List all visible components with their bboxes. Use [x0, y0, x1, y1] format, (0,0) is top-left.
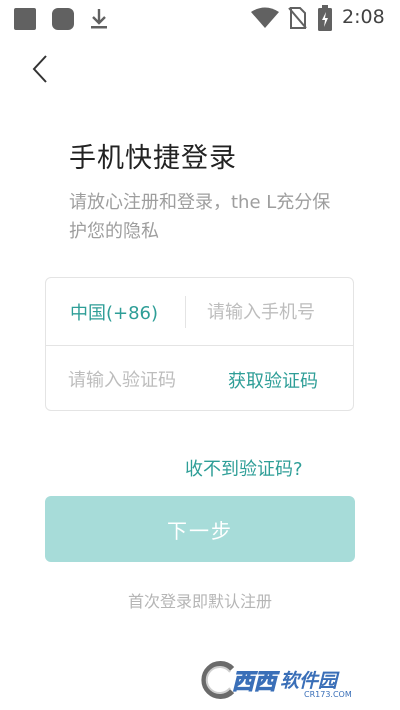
wifi-icon — [251, 7, 279, 28]
no-sim-icon — [288, 7, 307, 29]
download-icon — [91, 9, 107, 29]
watermark-url: CR173.COM — [304, 690, 352, 699]
login-form-card: 中国(+86) 获取验证码 — [45, 277, 354, 411]
status-time: 2:08 — [342, 6, 385, 28]
verification-code-input[interactable] — [68, 366, 208, 394]
next-button[interactable]: 下一步 — [45, 496, 355, 562]
chevron-left-icon — [32, 55, 47, 83]
row-divider — [46, 345, 353, 346]
register-note: 首次登录即默认注册 — [127, 592, 272, 611]
status-bar: 2:08 — [0, 0, 400, 36]
country-code-selector[interactable]: 中国(+86) — [70, 299, 158, 325]
back-button[interactable] — [26, 52, 56, 86]
watermark-sub-text: 软件园 — [280, 670, 338, 692]
app-icon — [14, 8, 36, 30]
no-code-link[interactable]: 收不到验证码? — [185, 455, 303, 481]
app-icon — [52, 8, 74, 30]
watermark-logo: 西西 软件园 CR173.COM — [198, 658, 384, 704]
watermark-main-text: 西西 — [231, 670, 277, 696]
phone-input[interactable] — [207, 298, 335, 326]
page-subtitle: 请放心注册和登录，the L充分保护您的隐私 — [69, 192, 331, 242]
get-code-button[interactable]: 获取验证码 — [228, 367, 318, 393]
page-title: 手机快捷登录 — [69, 143, 237, 174]
field-divider — [185, 296, 186, 328]
battery-charging-icon — [318, 5, 332, 31]
